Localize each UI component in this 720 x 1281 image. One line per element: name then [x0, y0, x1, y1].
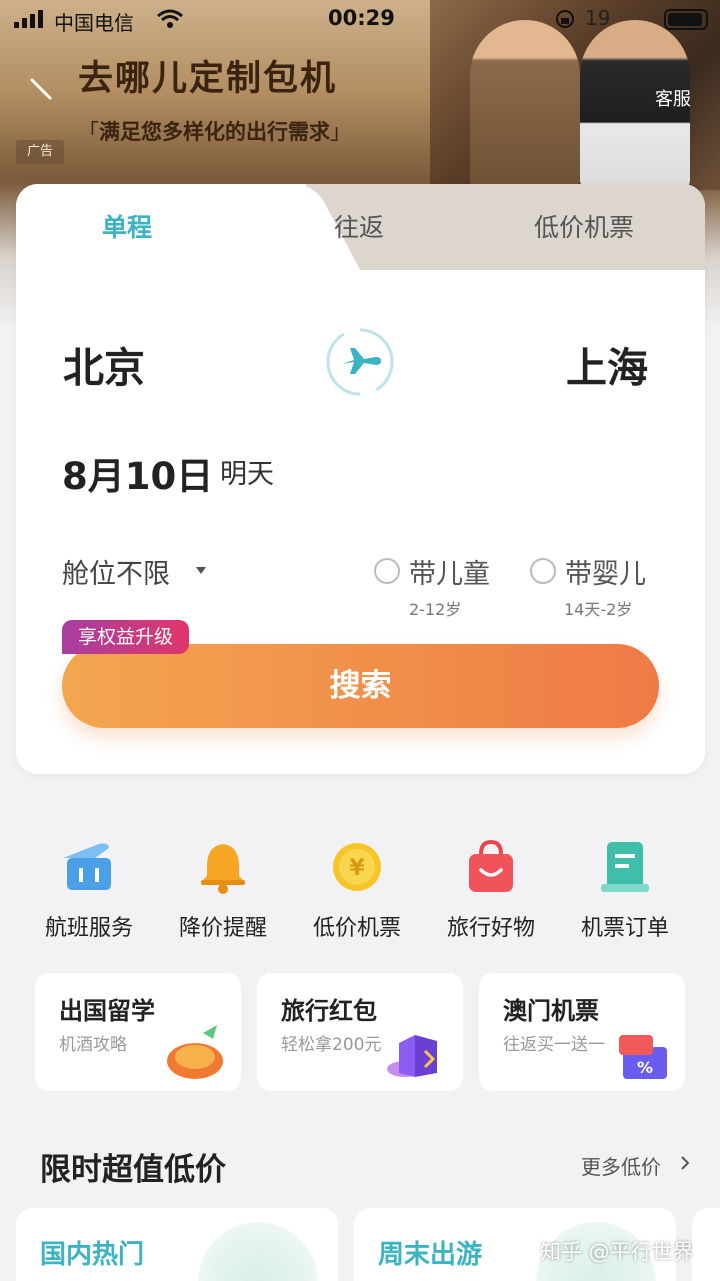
quick-travel-goods[interactable]: 旅行好物: [424, 838, 558, 942]
deal-card-domestic[interactable]: 国内热门: [16, 1208, 338, 1281]
infant-age-range: 14天-2岁: [564, 600, 633, 619]
tab-round-trip[interactable]: 往返: [334, 208, 384, 244]
clock: 00:29: [328, 6, 395, 30]
tab-one-way[interactable]: 单程: [102, 208, 152, 244]
orientation-lock-icon: [556, 10, 574, 28]
departure-city[interactable]: 北京: [63, 334, 145, 394]
perk-upgrade-badge: 享权益升级: [62, 620, 190, 654]
promo-subtitle: 往返买一送一: [503, 1035, 605, 1055]
flight-service-icon: [63, 843, 111, 890]
caret-down-icon: [196, 567, 206, 574]
banner-subtitle: 「满足您多样化的出行需求」: [78, 120, 351, 144]
quick-label: 机票订单: [580, 916, 669, 941]
flight-search-card: 单程 往返 低价机票 北京 上海 8月10日 明天 舱位不限 带儿童 2-12岁…: [16, 184, 705, 774]
discount-box-icon: %: [619, 1035, 667, 1079]
order-list-icon: [601, 842, 649, 892]
banner-title: 去哪儿定制包机: [78, 59, 338, 99]
deal-title: 周末出游: [378, 1240, 483, 1270]
svg-text:%: %: [637, 1058, 653, 1077]
promo-title: 澳门机票: [503, 997, 599, 1025]
battery-icon: [664, 9, 708, 30]
more-deals-link[interactable]: 更多低价: [581, 1151, 661, 1180]
child-radio[interactable]: [374, 558, 400, 584]
date-relative-label: 明天: [220, 459, 274, 490]
departure-date[interactable]: 8月10日: [62, 446, 213, 500]
arrival-city[interactable]: 上海: [566, 334, 648, 394]
promo-title: 旅行红包: [281, 997, 377, 1025]
deal-title: 国内热门: [40, 1240, 145, 1270]
infant-radio[interactable]: [530, 558, 556, 584]
banner-person-left: [470, 20, 580, 190]
battery-percent: 19: [585, 6, 611, 30]
tab-low-price[interactable]: 低价机票: [534, 208, 634, 244]
carrier-name: 中国电信: [54, 11, 134, 35]
quick-flight-service[interactable]: 航班服务: [22, 838, 156, 942]
quick-label: 航班服务: [44, 916, 133, 941]
customer-service-link[interactable]: 客服: [655, 85, 691, 111]
quick-price-alert[interactable]: 降价提醒: [156, 838, 290, 942]
promo-title: 出国留学: [59, 997, 155, 1025]
back-arrow-icon[interactable]: [30, 76, 54, 100]
search-button[interactable]: 搜索: [62, 644, 659, 728]
orange-fruit-icon: [167, 1025, 223, 1079]
quick-low-price[interactable]: ¥ 低价机票: [290, 838, 424, 942]
section-title: 限时超值低价: [40, 1152, 226, 1188]
wifi-icon: [157, 9, 183, 28]
status-bar: 中国电信 00:29 19: [0, 0, 720, 40]
quick-label: 降价提醒: [178, 916, 267, 941]
child-age-range: 2-12岁: [409, 600, 462, 619]
promo-red-packet[interactable]: 旅行红包 轻松拿200元: [257, 973, 463, 1091]
swap-cities-icon[interactable]: [324, 326, 396, 398]
great-wall-illustration: [198, 1222, 318, 1281]
ad-label: 广告: [16, 140, 64, 164]
deal-card-partial[interactable]: [692, 1208, 720, 1281]
infant-option-label[interactable]: 带婴儿: [565, 552, 646, 591]
shopping-bag-icon: [469, 839, 513, 892]
promo-macau-flights[interactable]: 澳门机票 往返买一送一 %: [479, 973, 685, 1091]
child-option-label[interactable]: 带儿童: [409, 552, 490, 591]
cabin-class-select[interactable]: 舱位不限: [62, 552, 170, 591]
watermark: 知乎 @平行世界: [540, 1240, 694, 1264]
gift-box-icon: [387, 1035, 437, 1077]
quick-orders[interactable]: 机票订单: [558, 838, 692, 942]
svg-text:¥: ¥: [349, 856, 365, 881]
chevron-right-icon[interactable]: [680, 1156, 690, 1170]
promo-study-abroad[interactable]: 出国留学 机酒攻略: [35, 973, 241, 1091]
quick-label: 低价机票: [312, 916, 401, 941]
yuan-coin-icon: ¥: [333, 843, 381, 891]
quick-label: 旅行好物: [446, 916, 535, 941]
signal-icon: [14, 10, 43, 28]
bell-icon: [201, 844, 245, 894]
active-tab-bg: [16, 184, 306, 280]
promo-subtitle: 机酒攻略: [59, 1035, 127, 1055]
promo-subtitle: 轻松拿200元: [281, 1035, 382, 1055]
